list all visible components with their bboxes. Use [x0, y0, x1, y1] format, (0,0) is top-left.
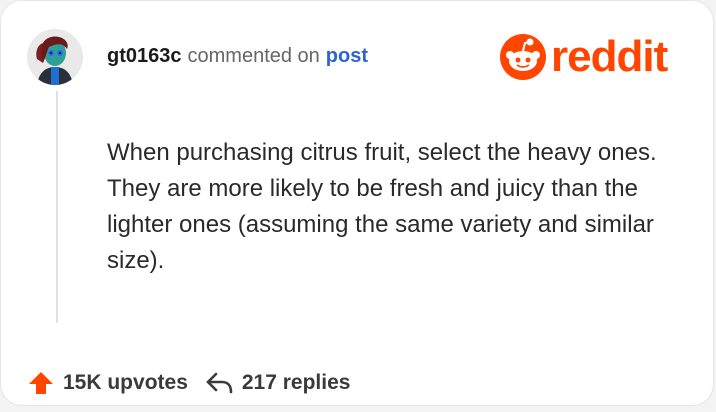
- replies-button[interactable]: 217 replies: [204, 369, 351, 397]
- upvote-count: 15K upvotes: [63, 371, 188, 394]
- upvote-arrow-icon: [29, 372, 53, 394]
- reddit-logo: reddit: [499, 32, 668, 81]
- reply-count: 217 replies: [241, 371, 351, 394]
- username[interactable]: gt0163c: [107, 45, 182, 68]
- avatar-image: [27, 29, 83, 85]
- thread-line: [56, 91, 58, 323]
- comment-actions: 15K upvotes 217 replies: [27, 369, 350, 397]
- reply-arrow-icon: [206, 372, 233, 394]
- upvote-button[interactable]: 15K upvotes: [27, 369, 188, 397]
- comment-body: When purchasing citrus fruit, select the…: [107, 139, 657, 274]
- action-text: commented on: [187, 45, 320, 67]
- avatar[interactable]: [27, 29, 83, 85]
- post-link[interactable]: post: [326, 45, 368, 68]
- logo-wordmark: reddit: [551, 32, 668, 81]
- reddit-snoo-icon: [500, 34, 546, 80]
- comment-header: gt0163c commented on post: [107, 45, 368, 68]
- comment-card: gt0163c commented on post reddit When pu…: [0, 0, 714, 406]
